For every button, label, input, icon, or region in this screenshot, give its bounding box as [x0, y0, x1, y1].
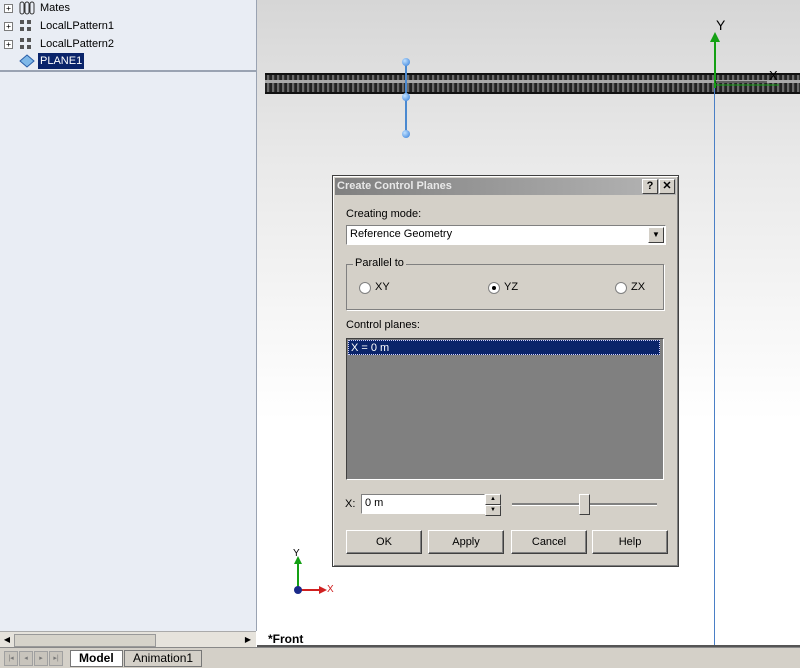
feature-tree-pane: + Mates + LocalLPattern1 + LocalLPattern… — [0, 0, 257, 631]
handle-end-dot[interactable] — [402, 58, 410, 66]
mates-icon — [18, 1, 36, 15]
radio-circle[interactable] — [359, 282, 371, 294]
creating-mode-select[interactable]: Reference Geometry ▼ — [346, 225, 666, 245]
control-planes-label: Control planes: — [346, 319, 420, 331]
axis-x-label: X — [327, 584, 334, 595]
last-tab-icon[interactable]: ▸| — [49, 651, 63, 666]
list-item[interactable]: X = 0 m — [348, 340, 660, 355]
scroll-left-icon[interactable]: ◀ — [0, 633, 14, 647]
tree-item-label: PLANE1 — [38, 53, 85, 69]
radio-label: ZX — [631, 281, 646, 293]
parallel-to-group: Parallel to XY YZ ZX — [346, 257, 664, 310]
creating-mode-label: Creating mode: — [346, 208, 422, 220]
tree-horizontal-scrollbar[interactable]: ◀ ▶ — [0, 631, 256, 648]
x-value: 0 m — [365, 497, 384, 509]
create-control-planes-dialog: Create Control Planes ? ✕ Creating mode:… — [332, 175, 679, 567]
linear-pattern-icon — [18, 37, 36, 51]
creating-mode-value: Reference Geometry — [350, 228, 453, 240]
expand-icon[interactable]: + — [4, 40, 13, 49]
tree-item-label: LocalLPattern1 — [40, 20, 114, 32]
control-planes-list[interactable]: X = 0 m — [346, 338, 664, 480]
parallel-to-label: Parallel to — [353, 257, 406, 269]
axis-x-label: X — [769, 68, 778, 83]
sheet-tab-bar: |◂ ◂ ▸ ▸| Model Animation1 — [0, 647, 800, 668]
cancel-button[interactable]: Cancel — [511, 530, 587, 554]
handle-end-dot[interactable] — [402, 130, 410, 138]
axis-y-label: Y — [716, 17, 726, 33]
spin-down-icon[interactable]: ▼ — [485, 505, 501, 516]
first-tab-icon[interactable]: |◂ — [4, 651, 18, 666]
x-value-input[interactable]: 0 m — [361, 494, 485, 514]
tab-animation1[interactable]: Animation1 — [124, 650, 203, 667]
chevron-down-icon[interactable]: ▼ — [648, 227, 664, 243]
radio-label: XY — [375, 281, 390, 293]
tree-item-label: Mates — [40, 2, 70, 14]
expand-icon[interactable]: + — [4, 22, 13, 31]
ok-button[interactable]: OK — [346, 530, 422, 554]
x-slider-thumb[interactable] — [579, 494, 590, 515]
x-label: X: — [345, 498, 356, 510]
handle-mid-dot[interactable] — [402, 93, 410, 101]
scroll-right-icon[interactable]: ▶ — [241, 633, 255, 647]
radio-label: YZ — [504, 281, 519, 293]
prev-tab-icon[interactable]: ◂ — [19, 651, 33, 666]
view-name-label: *Front — [268, 632, 304, 646]
help-icon[interactable]: ? — [642, 179, 658, 194]
plane-drag-handle[interactable] — [401, 58, 411, 138]
next-tab-icon[interactable]: ▸ — [34, 651, 48, 666]
tree-divider[interactable] — [0, 70, 256, 72]
axis-y-label: Y — [293, 548, 300, 559]
spin-up-icon[interactable]: ▲ — [485, 494, 501, 505]
linear-pattern-icon — [18, 19, 36, 33]
dialog-titlebar[interactable]: Create Control Planes ? ✕ — [335, 178, 676, 195]
apply-button[interactable]: Apply — [428, 530, 504, 554]
help-button[interactable]: Help — [592, 530, 668, 554]
close-icon[interactable]: ✕ — [659, 179, 675, 194]
origin-triad: Y X — [697, 17, 787, 93]
radio-circle[interactable] — [488, 282, 500, 294]
tree-item-label: LocalLPattern2 — [40, 38, 114, 50]
radio-circle[interactable] — [615, 282, 627, 294]
expand-icon[interactable]: + — [4, 4, 13, 13]
plane-icon — [18, 54, 36, 68]
dialog-title: Create Control Planes — [337, 180, 452, 192]
tab-model[interactable]: Model — [70, 650, 123, 667]
scroll-thumb[interactable] — [14, 634, 156, 647]
control-plane-edge — [714, 40, 715, 647]
viewport-border — [257, 645, 800, 647]
